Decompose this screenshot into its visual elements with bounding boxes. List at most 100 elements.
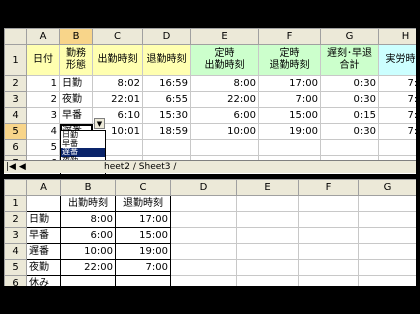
cell[interactable]: 22:00 (190, 91, 259, 108)
cell[interactable]: 19:00 (115, 243, 171, 260)
column-header-G[interactable]: G (320, 28, 379, 45)
cell[interactable] (236, 259, 299, 276)
cell[interactable]: 2 (26, 91, 60, 108)
row-header-5[interactable]: 5 (4, 259, 27, 276)
cell[interactable]: 15:30 (142, 107, 191, 124)
cell[interactable] (236, 243, 299, 260)
cell[interactable] (358, 259, 416, 276)
column-header-F[interactable]: F (298, 179, 359, 196)
cell[interactable]: 4 (26, 123, 60, 140)
cell[interactable]: 日勤 (59, 75, 93, 92)
cell[interactable]: 日勤 (26, 211, 61, 228)
row-header-6[interactable]: 6 (4, 139, 27, 156)
cell[interactable] (298, 243, 359, 260)
cell[interactable] (170, 259, 237, 276)
row-header-1[interactable]: 1 (4, 44, 27, 76)
cell[interactable]: 22:00 (60, 259, 116, 276)
dropdown-arrow-button[interactable]: ▼ (94, 118, 105, 129)
cell[interactable]: 0:30 (320, 91, 379, 108)
cell[interactable] (26, 195, 61, 212)
column-header-B[interactable]: B (60, 179, 116, 196)
row-header-4[interactable]: 4 (4, 107, 27, 124)
cell[interactable] (358, 211, 416, 228)
cell[interactable]: 7:30 (378, 91, 416, 108)
cell[interactable] (358, 243, 416, 260)
cell[interactable] (298, 211, 359, 228)
cell[interactable] (236, 195, 299, 212)
tab-nav-arrows[interactable]: |◀ ◀ (6, 161, 26, 173)
cell[interactable] (115, 275, 171, 286)
cell[interactable]: 5 (26, 139, 60, 156)
cell[interactable]: 6:55 (142, 91, 191, 108)
header-date[interactable]: 日付 (26, 44, 60, 76)
cell[interactable] (258, 139, 321, 156)
cell[interactable]: 18:59 (142, 123, 191, 140)
column-header-C[interactable]: C (92, 28, 143, 45)
cell[interactable]: 6:00 (190, 107, 259, 124)
header-scheduled-in[interactable]: 定時 出勤時刻 (190, 44, 259, 76)
cell[interactable] (298, 227, 359, 244)
header-clock-in[interactable]: 出勤時刻 (60, 195, 116, 212)
cell[interactable]: 夜勤 (59, 91, 93, 108)
row-header-6[interactable]: 6 (4, 275, 27, 286)
cell[interactable]: 17:00 (115, 211, 171, 228)
cell[interactable] (298, 195, 359, 212)
cell[interactable] (358, 275, 416, 286)
cell[interactable]: 8:00 (60, 211, 116, 228)
cell[interactable] (320, 139, 379, 156)
cell[interactable]: 休み (26, 275, 61, 286)
column-header-D[interactable]: D (142, 28, 191, 45)
cell[interactable] (236, 227, 299, 244)
select-all-corner[interactable] (4, 28, 27, 45)
cell[interactable] (358, 195, 416, 212)
cell[interactable] (298, 259, 359, 276)
column-header-H[interactable]: H (378, 28, 416, 45)
cell[interactable]: 7:00 (115, 259, 171, 276)
cell[interactable]: 22:01 (92, 91, 143, 108)
header-scheduled-out[interactable]: 定時 退勤時刻 (258, 44, 321, 76)
cell[interactable] (190, 139, 259, 156)
header-clock-in[interactable]: 出勤時刻 (92, 44, 143, 76)
cell[interactable]: 早番 (59, 107, 93, 124)
cell[interactable]: 15:00 (258, 107, 321, 124)
cell[interactable]: 10:00 (190, 123, 259, 140)
cell[interactable] (170, 227, 237, 244)
column-header-A[interactable]: A (26, 28, 60, 45)
column-header-E[interactable]: E (190, 28, 259, 45)
cell[interactable]: 19:00 (258, 123, 321, 140)
cell[interactable]: 17:00 (258, 75, 321, 92)
cell[interactable]: 7:45 (378, 107, 416, 124)
sheet-tabs[interactable]: heet2 / Sheet3 / (104, 161, 176, 173)
cell[interactable]: 0:30 (320, 75, 379, 92)
cell[interactable]: 8:00 (190, 75, 259, 92)
column-header-C[interactable]: C (115, 179, 171, 196)
header-work-type[interactable]: 勤務 形態 (59, 44, 93, 76)
row-header-2[interactable]: 2 (4, 211, 27, 228)
header-actual-hours[interactable]: 実労時間 (378, 44, 416, 76)
cell[interactable] (236, 211, 299, 228)
row-header-3[interactable]: 3 (4, 227, 27, 244)
row-header-1[interactable]: 1 (4, 195, 27, 212)
cell[interactable]: 7:30 (378, 123, 416, 140)
row-header-2[interactable]: 2 (4, 75, 27, 92)
column-header-F[interactable]: F (258, 28, 321, 45)
cell[interactable]: 夜勤 (26, 259, 61, 276)
column-header-E[interactable]: E (236, 179, 299, 196)
cell[interactable]: 16:59 (142, 75, 191, 92)
cell[interactable] (170, 243, 237, 260)
header-clock-out[interactable]: 退勤時刻 (142, 44, 191, 76)
cell[interactable] (378, 139, 416, 156)
header-clock-out[interactable]: 退勤時刻 (115, 195, 171, 212)
select-all-corner[interactable] (4, 179, 27, 196)
cell[interactable] (60, 275, 116, 286)
header-late-early-total[interactable]: 遅刻･早退 合計 (320, 44, 379, 76)
cell[interactable] (142, 139, 191, 156)
row-header-3[interactable]: 3 (4, 91, 27, 108)
column-header-D[interactable]: D (170, 179, 237, 196)
cell[interactable] (358, 227, 416, 244)
cell[interactable]: 3 (26, 107, 60, 124)
cell[interactable]: 1 (26, 75, 60, 92)
cell[interactable]: 早番 (26, 227, 61, 244)
cell[interactable]: 8:02 (92, 75, 143, 92)
cell[interactable]: 0:30 (320, 123, 379, 140)
